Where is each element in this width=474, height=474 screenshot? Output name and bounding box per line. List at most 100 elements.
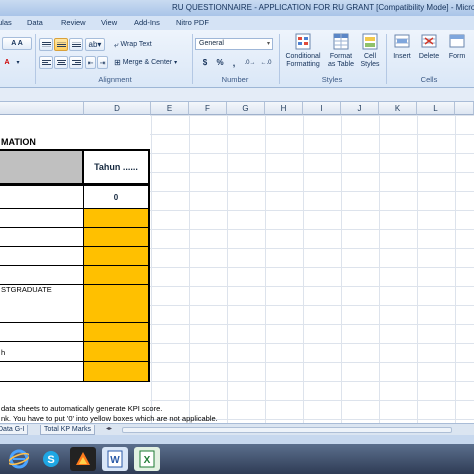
gridline-column [303, 115, 304, 423]
delete-cells-button[interactable]: Delete [416, 33, 442, 73]
merge-center-button[interactable]: ⊞ Merge & Center ▾ [113, 56, 187, 69]
yellow-input-cell[interactable] [84, 247, 150, 266]
note-line-2: nk. You have to put '0' into yellow boxe… [1, 414, 218, 423]
value-cell[interactable]: 0 [84, 185, 150, 209]
column-header-f[interactable]: F [189, 102, 227, 115]
conditional-formatting-label-2: Formatting [286, 61, 320, 68]
yellow-input-cell[interactable] [84, 362, 150, 382]
svg-text:X: X [144, 455, 151, 466]
sheet-tab-data-g-i[interactable]: Data G-I [0, 425, 29, 435]
wrap-text-label: Wrap Text [120, 41, 152, 48]
row-label-cell[interactable] [0, 247, 84, 266]
column-header-j[interactable]: J [341, 102, 379, 115]
font-color-button[interactable]: A [2, 56, 12, 69]
number-group-label: Number [221, 75, 249, 84]
column-header-e[interactable]: E [151, 102, 189, 115]
tab-formulas[interactable]: ulas [0, 18, 12, 27]
column-header-h[interactable]: H [265, 102, 303, 115]
align-right-button[interactable] [69, 56, 83, 69]
format-as-table-icon [333, 33, 349, 50]
sheet-tab-total-kp-marks[interactable]: Total KP Marks [40, 425, 95, 435]
gridline-row [150, 248, 474, 249]
tab-data[interactable]: Data [27, 18, 43, 27]
font-color-dropdown[interactable]: ▾ [14, 56, 22, 69]
tab-scroll-icon[interactable]: ◂▸ [106, 425, 112, 432]
format-cells-label: Form [448, 53, 466, 60]
merge-center-icon: ⊞ [114, 58, 121, 67]
column-header-m[interactable] [455, 102, 474, 115]
align-middle-button[interactable] [54, 38, 68, 51]
tab-view[interactable]: View [101, 18, 117, 27]
align-bottom-button[interactable] [69, 38, 83, 51]
status-bar [0, 435, 474, 444]
yellow-input-cell[interactable] [84, 228, 150, 247]
yellow-input-cell[interactable] [84, 266, 150, 285]
header-cell-tahun[interactable]: Tahun ...... [84, 149, 150, 185]
row-label-cell[interactable] [0, 362, 84, 382]
decrease-indent-button[interactable]: ⇤ [85, 56, 96, 69]
format-as-table-button[interactable]: Format as Table [326, 33, 356, 73]
cell-styles-label-2: Styles [360, 61, 380, 68]
align-top-button[interactable] [39, 38, 53, 51]
increase-decimal-button[interactable]: .0→ [243, 56, 257, 69]
gridline-column [341, 115, 342, 423]
word-icon[interactable]: W [102, 447, 128, 471]
tab-add-ins[interactable]: Add-Ins [134, 18, 160, 27]
gridline-row [150, 229, 474, 230]
wrap-text-button[interactable]: ⤶ Wrap Text [113, 38, 163, 51]
app-icon[interactable] [70, 447, 96, 471]
gridline-row [150, 134, 474, 135]
skype-icon[interactable]: S [38, 447, 64, 471]
insert-cells-button[interactable]: Insert [389, 33, 415, 73]
column-header-g[interactable]: G [227, 102, 265, 115]
worksheet-grid[interactable]: MATION Tahun ...... 0 STGRADUATE h data … [0, 115, 474, 423]
section-title: MATION [1, 137, 36, 147]
header-cell-left[interactable] [0, 149, 84, 185]
row-label-cell[interactable] [0, 266, 84, 285]
row-label-cell[interactable] [0, 323, 84, 342]
yellow-input-cell[interactable] [84, 209, 150, 228]
column-header-k[interactable]: K [379, 102, 417, 115]
font-color-icon: A [4, 59, 10, 66]
tab-review[interactable]: Review [61, 18, 86, 27]
sheet-tabs-bar: Data G-I Total KP Marks ◂▸ [0, 423, 474, 435]
excel-icon[interactable]: X [134, 447, 160, 471]
gridline-column [379, 115, 380, 423]
ie-icon[interactable] [6, 447, 32, 471]
column-header-l[interactable]: L [417, 102, 455, 115]
row-label-cell[interactable] [0, 209, 84, 228]
gridline-row [150, 172, 474, 173]
align-middle-icon [56, 42, 66, 47]
row-label-postgraduate: STGRADUATE [1, 285, 52, 294]
decrease-decimal-button[interactable]: ←.0 [259, 56, 273, 69]
formula-bar[interactable] [0, 88, 474, 102]
ribbon-tabs: ulas Data Review View Add-Ins Nitro PDF [0, 16, 474, 30]
increase-indent-button[interactable]: ⇥ [97, 56, 108, 69]
align-bottom-icon [71, 42, 81, 47]
column-header-d[interactable]: D [84, 102, 151, 115]
column-header-i[interactable]: I [303, 102, 341, 115]
comma-button[interactable]: , [228, 56, 240, 69]
align-left-button[interactable] [39, 56, 53, 69]
tab-nitro-pdf[interactable]: Nitro PDF [176, 18, 209, 27]
align-center-button[interactable] [54, 56, 68, 69]
gridline-column [227, 115, 228, 423]
horizontal-scrollbar[interactable] [122, 427, 452, 433]
conditional-formatting-button[interactable]: Conditional Formatting [282, 33, 324, 73]
yellow-input-cell[interactable] [84, 342, 150, 362]
row-label-cell[interactable] [0, 228, 84, 247]
decrease-decimal-icon: ←.0 [260, 59, 272, 66]
orientation-button[interactable]: ab▾ [85, 38, 105, 51]
font-size-buttons[interactable]: A A [2, 37, 32, 50]
yellow-input-cell[interactable] [84, 285, 150, 323]
row-label-cell[interactable] [0, 185, 84, 209]
format-cells-button[interactable]: Form [444, 33, 470, 73]
row-label-cell[interactable] [0, 342, 84, 362]
column-header-blank[interactable] [0, 102, 84, 115]
currency-button[interactable]: $ [197, 56, 213, 69]
number-format-select[interactable]: General ▾ [195, 38, 273, 50]
percent-button[interactable]: % [214, 56, 226, 69]
cell-styles-button[interactable]: Cell Styles [357, 33, 383, 73]
gridline-column [265, 115, 266, 423]
yellow-input-cell[interactable] [84, 323, 150, 342]
